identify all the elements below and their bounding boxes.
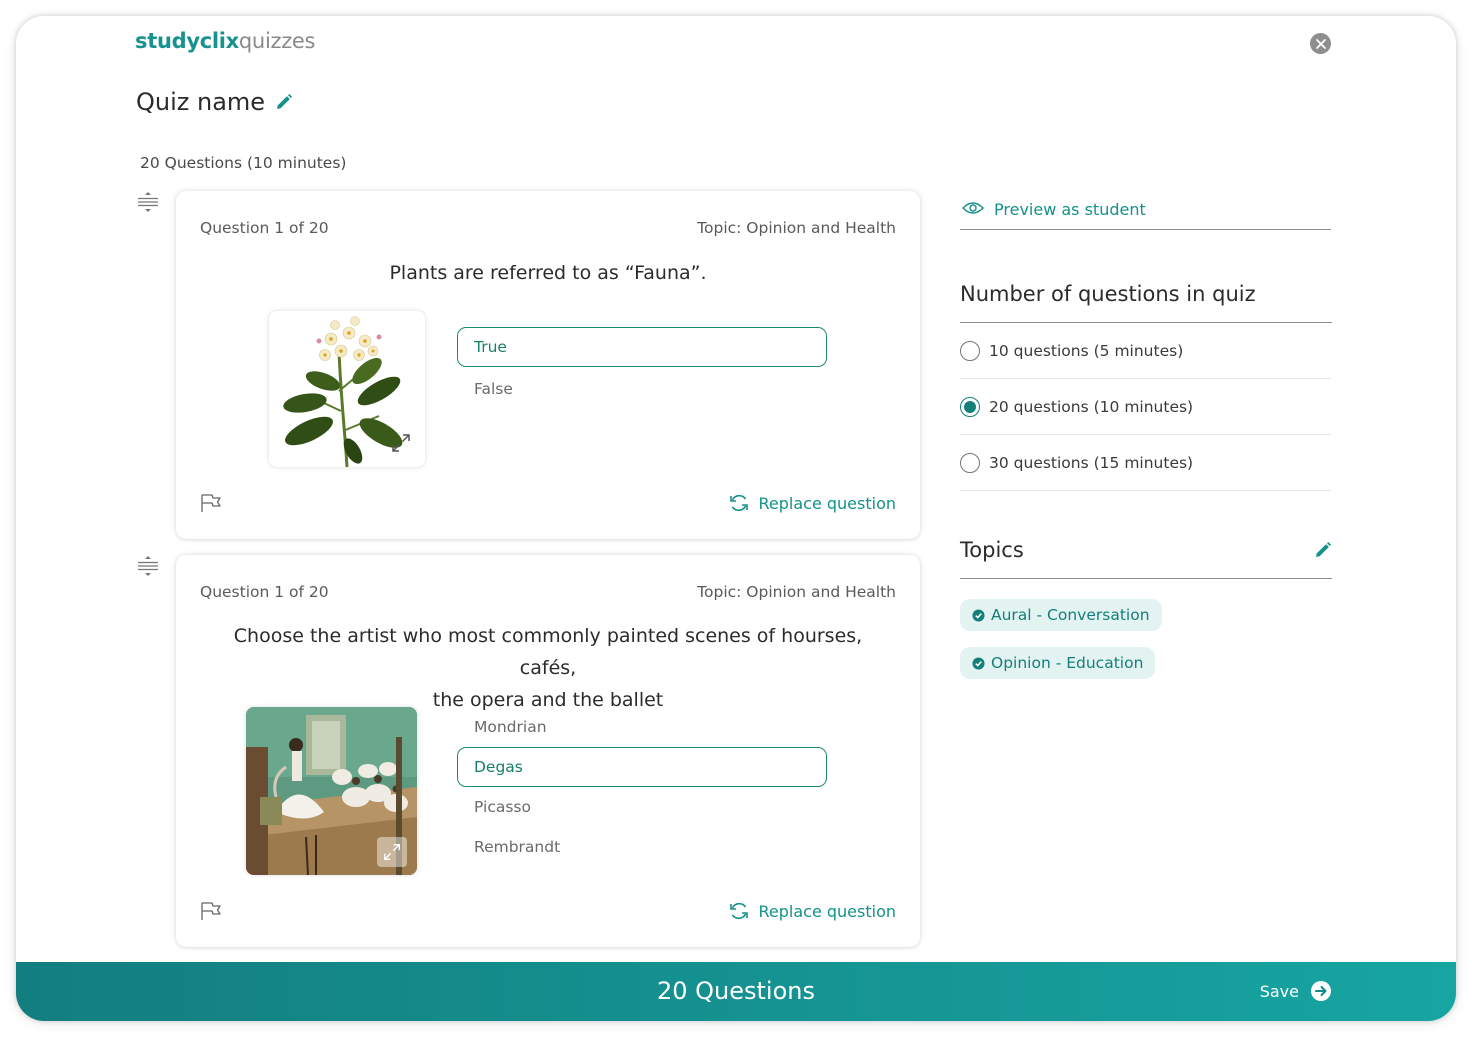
count-option-20[interactable]: 20 questions (10 minutes) — [960, 379, 1331, 435]
question-number: Question 1 of 20 — [200, 583, 329, 601]
replace-question-label: Replace question — [758, 493, 897, 513]
footer-bar: 20 Questions Save — [16, 962, 1456, 1021]
pencil-icon — [277, 94, 293, 109]
refresh-icon — [729, 494, 748, 512]
expand-icon — [384, 844, 400, 860]
topics-heading-row: Topics — [960, 538, 1332, 579]
quiz-name: Quiz name — [136, 88, 266, 116]
check-circle-icon — [972, 608, 985, 622]
logo-product: quizzes — [238, 29, 316, 53]
question-image-flower[interactable] — [269, 311, 425, 467]
count-option-label: 20 questions (10 minutes) — [989, 397, 1194, 416]
topic-chip: Aural - Conversation — [960, 599, 1162, 631]
count-option-label: 30 questions (15 minutes) — [989, 453, 1194, 472]
expand-image-button[interactable] — [377, 837, 407, 867]
report-question-button[interactable] — [200, 493, 222, 517]
radio-button[interactable] — [960, 396, 980, 417]
question-text: Choose the artist who most commonly pain… — [206, 620, 890, 716]
edit-quiz-name-button[interactable] — [275, 93, 293, 111]
answer-option[interactable]: Mondrian — [457, 707, 827, 747]
edit-topics-button[interactable] — [1314, 541, 1332, 559]
question-image-painting[interactable] — [246, 707, 417, 875]
quiz-title: Quiz name — [136, 88, 293, 116]
radio-button[interactable] — [960, 452, 980, 473]
replace-question-button[interactable]: Replace question — [729, 901, 897, 921]
question-text-line: Choose the artist who most commonly pain… — [233, 625, 863, 679]
question-card: Question 1 of 20 Topic: Opinion and Heal… — [176, 555, 920, 947]
expand-icon — [392, 434, 410, 452]
eye-icon — [962, 202, 984, 214]
save-label: Save — [1259, 981, 1299, 1001]
question-count-heading: Number of questions in quiz — [960, 282, 1332, 323]
question-text: Plants are referred to as “Fauna”. — [389, 262, 707, 284]
topics-heading: Topics — [960, 538, 1024, 562]
count-option-10[interactable]: 10 questions (5 minutes) — [960, 323, 1331, 379]
count-option-30[interactable]: 30 questions (15 minutes) — [960, 435, 1331, 491]
topic-chip: Opinion - Education — [960, 647, 1156, 679]
pencil-icon — [1316, 542, 1331, 557]
logo-brand: studyclix — [135, 29, 239, 53]
replace-question-button[interactable]: Replace question — [729, 493, 897, 513]
refresh-icon — [729, 902, 748, 920]
preview-as-student-link[interactable]: Preview as student — [960, 196, 1331, 230]
footer-title: 20 Questions — [656, 977, 815, 1005]
replace-question-label: Replace question — [758, 901, 897, 921]
question-count-summary: 20 Questions (10 minutes) — [140, 154, 347, 172]
close-button[interactable] — [1310, 33, 1331, 54]
studyclix-logo: studyclixquizzes — [135, 29, 315, 53]
answer-list: Mondrian Degas Picasso Rembrandt — [457, 707, 827, 867]
count-option-label: 10 questions (5 minutes) — [989, 341, 1184, 360]
quiz-builder-window: studyclixquizzes Quiz name 20 Questions … — [16, 16, 1456, 1021]
radio-button[interactable] — [960, 340, 980, 361]
drag-handle-icon — [138, 192, 158, 212]
report-question-button[interactable] — [200, 901, 222, 925]
question-topic: Topic: Opinion and Health — [697, 219, 896, 237]
answer-option[interactable]: Rembrandt — [457, 827, 827, 867]
question-topic: Topic: Opinion and Health — [697, 583, 896, 601]
drag-handle-question-2[interactable] — [137, 555, 159, 577]
flag-icon — [201, 494, 221, 512]
arrow-right-circle-icon — [1311, 981, 1331, 1001]
answer-option[interactable]: Degas — [457, 747, 827, 787]
answer-list: True False — [457, 327, 827, 409]
check-circle-icon — [972, 656, 985, 670]
answer-option[interactable]: Picasso — [457, 787, 827, 827]
drag-handle-question-1[interactable] — [137, 191, 159, 213]
question-card: Question 1 of 20 Topic: Opinion and Heal… — [176, 191, 920, 539]
flag-icon — [201, 902, 221, 920]
close-icon — [1315, 38, 1326, 49]
preview-as-student-label: Preview as student — [994, 200, 1146, 219]
topic-chip-label: Opinion - Education — [991, 654, 1144, 672]
answer-option[interactable]: False — [457, 369, 827, 409]
answer-option[interactable]: True — [457, 327, 827, 367]
expand-image-button[interactable] — [389, 431, 413, 455]
drag-handle-icon — [138, 556, 158, 576]
save-button[interactable]: Save — [1260, 981, 1331, 1001]
question-number: Question 1 of 20 — [200, 219, 329, 237]
topic-chip-label: Aural - Conversation — [991, 606, 1150, 624]
